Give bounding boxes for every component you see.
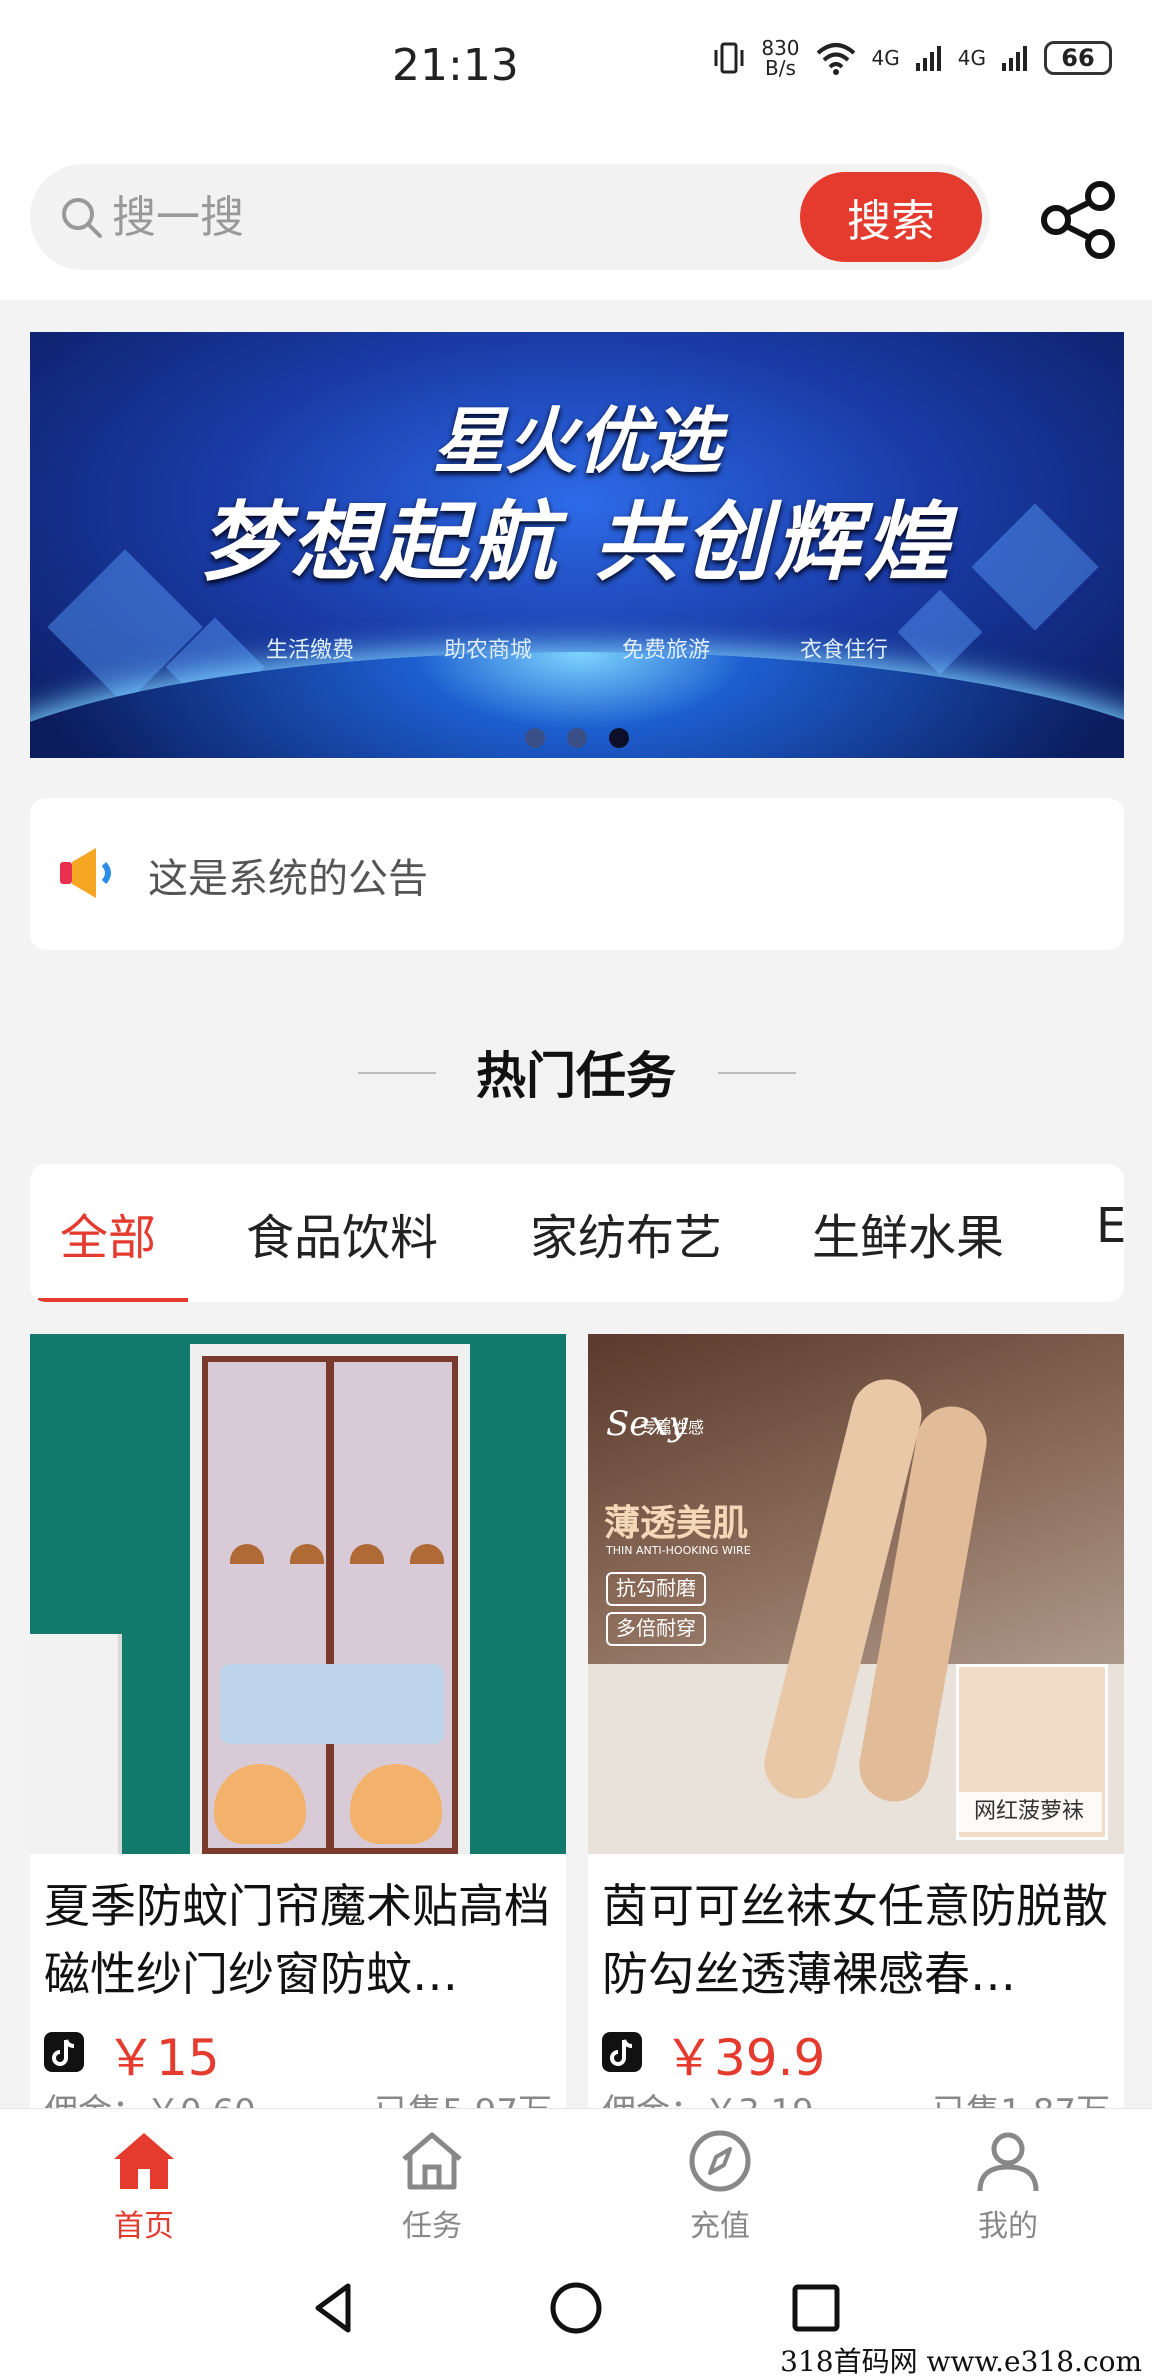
search-button[interactable]: 搜索 <box>800 172 982 262</box>
category-tabs: 全部 食品饮料 家纺布艺 生鲜水果 E <box>30 1164 1124 1302</box>
product-image <box>30 1334 566 1854</box>
carousel-dot[interactable] <box>525 728 545 748</box>
product-price: ￥39.9 <box>664 2029 826 2087</box>
user-icon <box>977 2132 1039 2192</box>
image-inset-label: 网红菠萝袜 <box>956 1792 1102 1832</box>
home-circle-icon[interactable] <box>546 2278 606 2338</box>
tab-active-underline <box>38 1298 188 1302</box>
nav-mine-label: 我的 <box>978 2209 1038 2244</box>
megaphone-icon <box>60 848 111 898</box>
image-tag: 抗勾耐磨 <box>606 1572 706 1606</box>
image-tag: 多倍耐穿 <box>606 1612 706 1646</box>
banner-slogan: 梦想起航 共创辉煌 <box>200 492 954 593</box>
banner-tag: 生活缴费 <box>265 638 354 663</box>
back-icon[interactable] <box>304 2278 364 2338</box>
promo-banner[interactable]: 星火优选 梦想起航 共创辉煌 生活缴费 助农商城 免费旅游 衣食住行 <box>30 332 1124 758</box>
net-speed: 830 B/s <box>761 38 799 78</box>
image-headline: 薄透美肌 <box>604 1503 749 1544</box>
recents-icon[interactable] <box>786 2278 846 2338</box>
product-title: 夏季防蚊门帘魔术贴高档磁性纱门纱窗防蚊… <box>44 1879 550 2001</box>
search-input[interactable] <box>110 186 714 248</box>
search-icon <box>62 198 102 238</box>
status-icons: 830 B/s 4G 4G 66 <box>711 38 1112 78</box>
battery-indicator: 66 <box>1044 41 1112 75</box>
signal-label-1: 4G <box>871 46 900 70</box>
signal-label-2: 4G <box>957 46 986 70</box>
banner-tag: 衣食住行 <box>800 638 889 663</box>
carousel-dot[interactable] <box>567 728 587 748</box>
divider <box>718 1072 796 1074</box>
nav-recharge[interactable]: 充值 <box>620 2125 820 2245</box>
header: 21:13 830 B/s 4G 4G 66 搜一搜 搜索 <box>0 0 1152 300</box>
tab-more[interactable]: E <box>1096 1198 1124 1254</box>
image-headline-sub: THIN ANTI-HOOKING WIRE <box>606 1544 751 1557</box>
watermark: 318首码网 www.e318.com <box>780 2345 1142 2376</box>
nav-task-label: 任务 <box>402 2209 462 2244</box>
nav-recharge-label: 充值 <box>690 2209 750 2244</box>
app-screen: 21:13 830 B/s 4G 4G 66 搜一搜 搜索 星火优选 梦想起航 … <box>0 0 1152 2376</box>
home-icon <box>114 2133 174 2189</box>
carousel-indicator <box>30 728 1124 748</box>
tab-food-drinks[interactable]: 食品饮料 <box>246 1198 438 1268</box>
signal-bars-icon <box>1002 46 1027 71</box>
nav-task[interactable]: 任务 <box>332 2125 532 2245</box>
banner-tag: 免费旅游 <box>622 638 711 663</box>
task-icon <box>402 2132 462 2190</box>
net-speed-value: 830 <box>761 36 800 60</box>
douyin-icon <box>44 2032 84 2072</box>
tab-fresh-fruit[interactable]: 生鲜水果 <box>812 1198 1004 1268</box>
vibrate-icon <box>714 42 744 74</box>
nav-mine[interactable]: 我的 <box>908 2125 1108 2245</box>
net-speed-unit: B/s <box>764 56 796 80</box>
announcement-bar[interactable]: 这是系统的公告 <box>30 798 1124 950</box>
compass-icon <box>689 2130 751 2192</box>
banner-tags: 生活缴费 助农商城 免费旅游 衣食住行 <box>30 632 1124 664</box>
banner-tag: 助农商城 <box>443 638 532 663</box>
douyin-icon <box>602 2032 642 2072</box>
signal-bars-icon <box>915 46 941 71</box>
nav-home-label: 首页 <box>114 2209 174 2244</box>
share-icon[interactable] <box>1040 180 1120 260</box>
section-title: 热门任务 <box>476 1047 676 1105</box>
tab-all[interactable]: 全部 <box>60 1198 156 1268</box>
image-brand-cn: 专属性感 <box>640 1418 705 1437</box>
tab-home-textiles[interactable]: 家纺布艺 <box>530 1198 722 1268</box>
search-bar[interactable]: 搜索 <box>30 164 990 270</box>
nav-home[interactable]: 首页 <box>44 2125 244 2245</box>
product-title: 茵可可丝袜女任意防脱散防勾丝透薄裸感春… <box>602 1879 1108 2001</box>
wifi-icon <box>816 43 855 75</box>
carousel-dot-active[interactable] <box>609 728 629 748</box>
status-time: 21:13 <box>392 40 519 91</box>
bottom-nav: 首页 任务 充值 我的 <box>0 2108 1152 2249</box>
product-image: Sexy 专属性感 薄透美肌 THIN ANTI-HOOKING WIRE 抗勾… <box>588 1334 1124 1854</box>
product-price: ￥15 <box>106 2029 220 2087</box>
announcement-text: 这是系统的公告 <box>148 856 428 902</box>
